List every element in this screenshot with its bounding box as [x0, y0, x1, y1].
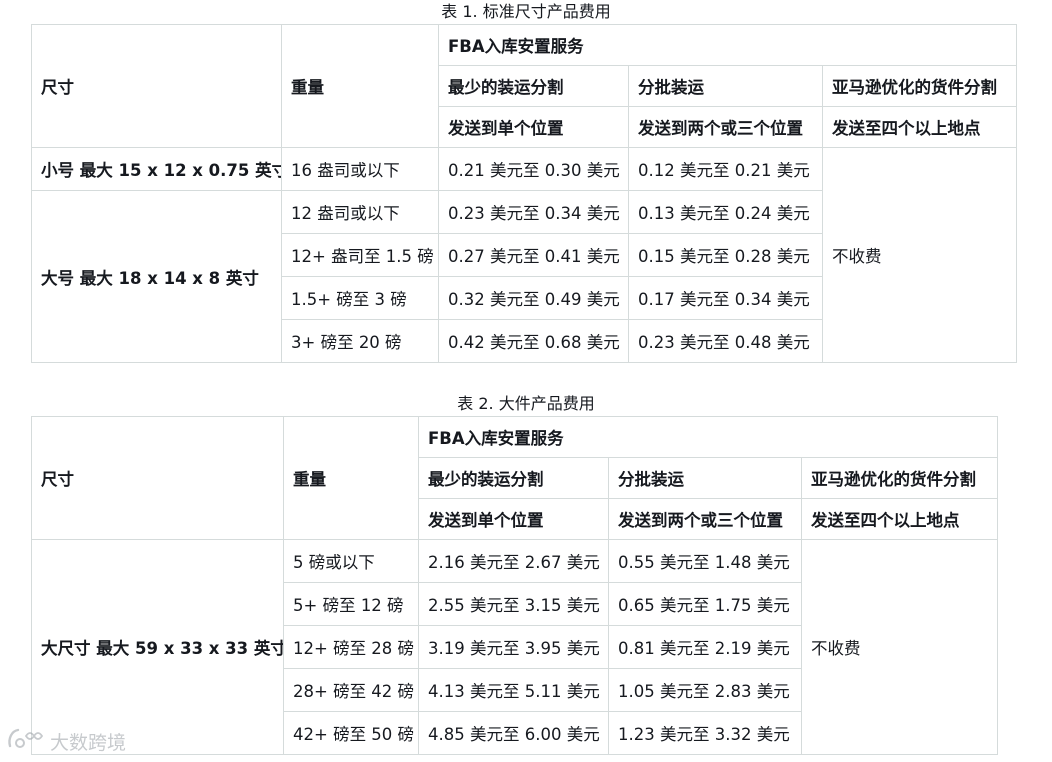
header-size: 尺寸: [31, 416, 284, 540]
minimal-fee-cell: 0.21 美元至 0.30 美元: [438, 147, 629, 191]
header-amazon-optimized-split: 亚马逊优化的货件分割: [800, 457, 999, 499]
subheader-partial: 发送到两个或三个位置: [608, 498, 802, 540]
weight-cell: 28+ 磅至 42 磅: [283, 668, 419, 712]
subheader-optimized: 发送至四个以上地点: [800, 498, 999, 540]
table-row: 大尺寸 最大 59 x 33 x 33 英寸 5 磅或以下 2.16 美元至 2…: [31, 539, 999, 755]
optimized-fee-cell: 不收费: [800, 539, 999, 755]
table-row: 小号 最大 15 x 12 x 0.75 英寸 16 盎司或以下 0.21 美元…: [31, 147, 1018, 363]
partial-fee-cell: 1.23 美元至 3.32 美元: [608, 711, 802, 755]
partial-fee-cell: 0.55 美元至 1.48 美元: [608, 539, 802, 583]
weight-cell: 42+ 磅至 50 磅: [283, 711, 419, 755]
header-service-group: FBA入库安置服务: [437, 24, 1018, 66]
header-weight: 重量: [283, 416, 419, 540]
weight-cell: 1.5+ 磅至 3 磅: [281, 276, 439, 320]
brand-logo-icon: [6, 726, 46, 757]
partial-fee-cell: 0.23 美元至 0.48 美元: [628, 319, 823, 363]
weight-cell: 16 盎司或以下: [281, 147, 439, 191]
table-2-caption: 表 2. 大件产品费用: [457, 394, 595, 413]
weight-cell: 12+ 盎司至 1.5 磅: [281, 233, 439, 277]
partial-fee-cell: 0.17 美元至 0.34 美元: [628, 276, 823, 320]
minimal-fee-cell: 2.55 美元至 3.15 美元: [418, 582, 609, 626]
weight-cell: 12 盎司或以下: [281, 190, 439, 234]
subheader-optimized: 发送至四个以上地点: [821, 106, 1018, 148]
subheader-partial: 发送到两个或三个位置: [628, 106, 823, 148]
minimal-fee-cell: 0.42 美元至 0.68 美元: [438, 319, 629, 363]
watermark: 大数跨境: [6, 726, 126, 756]
subheader-minimal: 发送到单个位置: [438, 106, 629, 148]
header-weight: 重量: [281, 24, 439, 148]
minimal-fee-cell: 4.13 美元至 5.11 美元: [418, 668, 609, 712]
size-tier-label: 大号 最大 18 x 14 x 8 英寸: [31, 190, 282, 363]
partial-fee-cell: 0.13 美元至 0.24 美元: [628, 190, 823, 234]
optimized-fee-cell: 不收费: [821, 147, 1018, 363]
minimal-fee-cell: 0.23 美元至 0.34 美元: [438, 190, 629, 234]
minimal-fee-cell: 0.27 美元至 0.41 美元: [438, 233, 629, 277]
header-partial-split: 分批装运: [608, 457, 802, 499]
partial-fee-cell: 0.12 美元至 0.21 美元: [628, 147, 823, 191]
weight-cell: 3+ 磅至 20 磅: [281, 319, 439, 363]
minimal-fee-cell: 3.19 美元至 3.95 美元: [418, 625, 609, 669]
minimal-fee-cell: 4.85 美元至 6.00 美元: [418, 711, 609, 755]
standard-size-fee-table: 尺寸 重量 FBA入库安置服务 最少的装运分割 分批装运 亚马逊优化的货件分割 …: [31, 24, 1018, 363]
weight-cell: 12+ 磅至 28 磅: [283, 625, 419, 669]
size-tier-label: 小号 最大 15 x 12 x 0.75 英寸: [31, 147, 282, 191]
header-minimal-split: 最少的装运分割: [438, 65, 629, 107]
header-service-group: FBA入库安置服务: [417, 416, 999, 458]
large-bulky-fee-table: 尺寸 重量 FBA入库安置服务 最少的装运分割 分批装运 亚马逊优化的货件分割 …: [31, 416, 999, 755]
weight-cell: 5 磅或以下: [283, 539, 419, 583]
minimal-fee-cell: 0.32 美元至 0.49 美元: [438, 276, 629, 320]
size-tier-label: 大尺寸 最大 59 x 33 x 33 英寸: [31, 539, 284, 755]
header-minimal-split: 最少的装运分割: [418, 457, 609, 499]
partial-fee-cell: 0.15 美元至 0.28 美元: [628, 233, 823, 277]
weight-cell: 5+ 磅至 12 磅: [283, 582, 419, 626]
header-amazon-optimized-split: 亚马逊优化的货件分割: [821, 65, 1018, 107]
partial-fee-cell: 0.65 美元至 1.75 美元: [608, 582, 802, 626]
watermark-text: 大数跨境: [50, 731, 127, 754]
subheader-minimal: 发送到单个位置: [418, 498, 609, 540]
header-partial-split: 分批装运: [628, 65, 823, 107]
table-1-caption: 表 1. 标准尺寸产品费用: [441, 2, 611, 21]
partial-fee-cell: 1.05 美元至 2.83 美元: [608, 668, 802, 712]
partial-fee-cell: 0.81 美元至 2.19 美元: [608, 625, 802, 669]
header-size: 尺寸: [31, 24, 282, 148]
minimal-fee-cell: 2.16 美元至 2.67 美元: [418, 539, 609, 583]
